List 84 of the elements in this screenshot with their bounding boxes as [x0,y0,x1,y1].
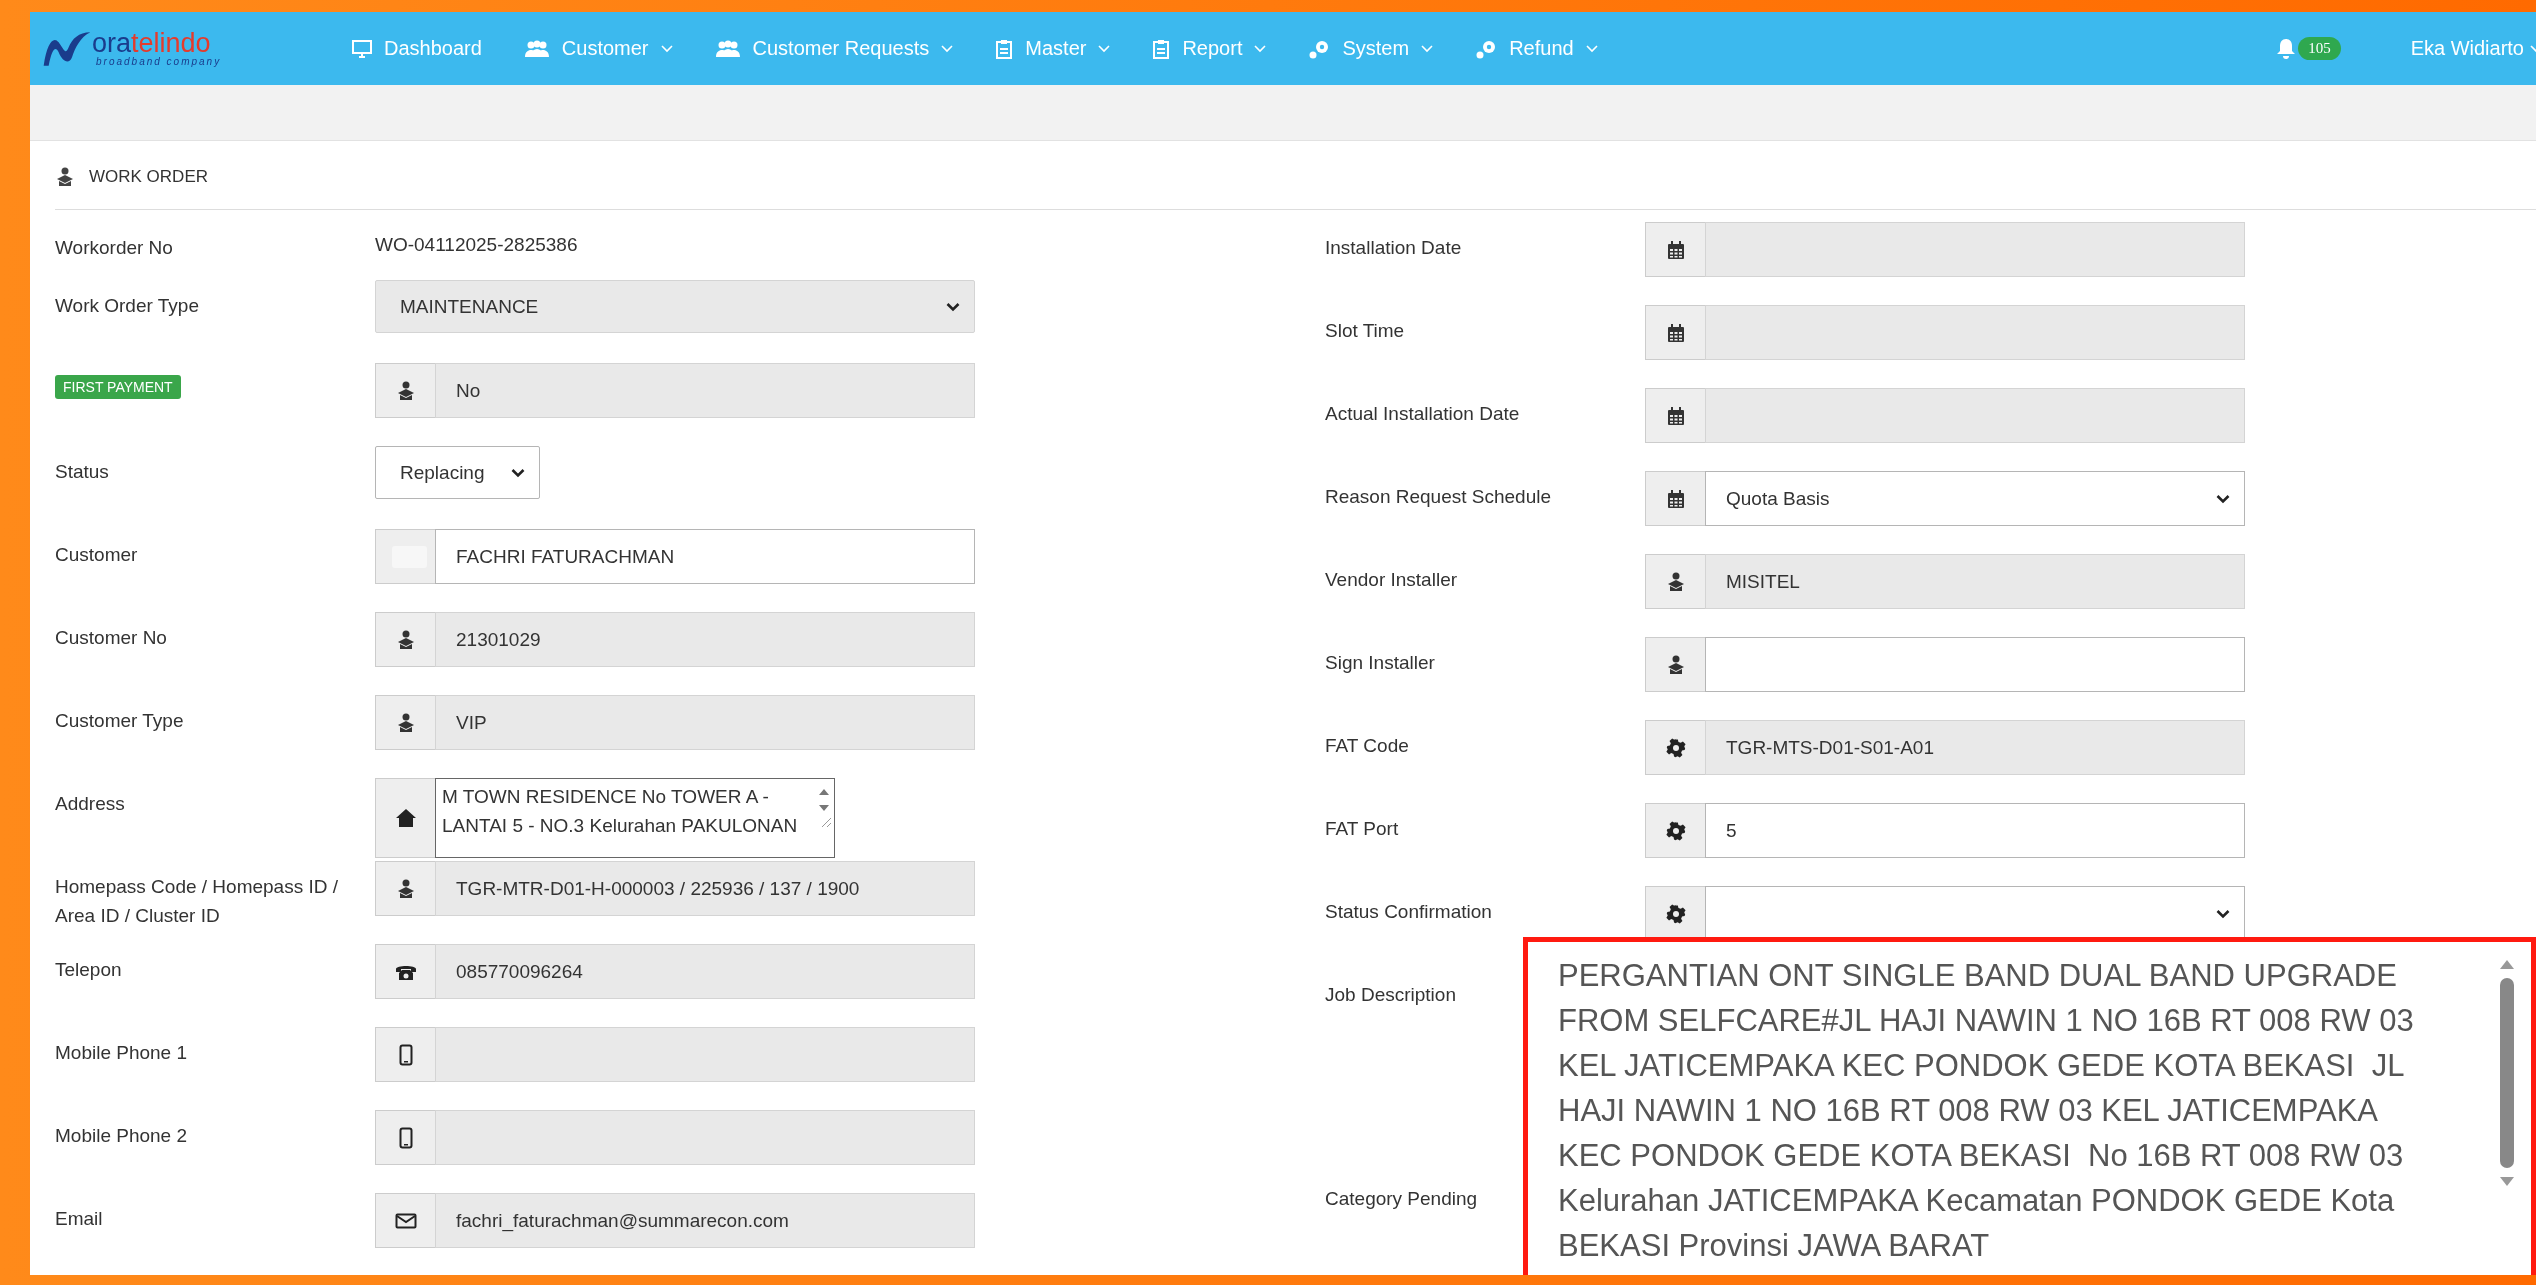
payment-badge: FIRST PAYMENT [55,375,181,399]
input-field[interactable]: 5 [1705,803,2245,858]
input-field[interactable]: 21301029 [435,612,975,667]
input-field[interactable]: No [435,363,975,418]
field-label: Sign Installer [1325,651,1435,675]
input-field[interactable] [1705,305,2245,360]
field-label: Reason Request Schedule [1325,485,1552,509]
mobile-phone-icon [398,1043,413,1066]
field-label: FAT Port [1325,817,1399,841]
gears-icon [1308,38,1331,59]
field-label: Customer No [55,626,167,650]
select-field[interactable]: Quota Basis [1705,471,2245,526]
scroll-down-icon[interactable] [2498,1176,2516,1188]
field-label: Category Pending [1325,1187,1478,1211]
chevron-icon [946,301,960,312]
field-label: Slot Time [1325,319,1405,343]
input-field[interactable] [1705,222,2245,277]
calendar-icon [1665,239,1686,260]
monitor-icon [352,39,372,58]
caret-icon [1421,44,1434,53]
field-label: Customer Type [55,709,184,733]
select-field[interactable]: Replacing [375,446,540,499]
chevron-icon [511,467,525,478]
chevron-icon [2216,908,2230,919]
clipboard-icon [995,38,1014,59]
brand-name: oratelindo [92,30,212,57]
field-label: Work Order Type [55,294,199,318]
gears-icon [1475,38,1498,59]
field-value: WO-04112025-2825386 [375,233,578,256]
select-field[interactable]: MAINTENANCE [375,280,975,333]
input-field[interactable]: fachri_faturachman@summarecon.com [435,1193,975,1248]
calendar-icon [1665,488,1686,509]
field-label: Workorder No [55,236,173,260]
notification-count: 105 [2298,37,2341,60]
field-label: Installation Date [1325,236,1462,260]
field-label: Status [55,460,109,484]
input-field[interactable]: MISITEL [1705,554,2245,609]
logo-icon [42,29,92,68]
bell-icon[interactable] [2276,37,2297,60]
gear-icon [1665,820,1686,841]
brand-tagline: broadband company [95,57,222,67]
gear-icon [1665,737,1686,758]
input-field[interactable]: TGR-MTS-D01-S01-A01 [1705,720,2245,775]
caret-icon [1254,44,1267,53]
person-icon [55,167,75,187]
home-icon [394,808,417,828]
page-title: WORK ORDER [89,167,208,187]
input-field[interactable] [435,1110,975,1165]
input-field[interactable]: FACHRI FATURACHMAN [435,529,975,584]
input-field[interactable] [1705,637,2245,692]
users-icon [523,39,550,58]
gear-icon [1665,903,1686,924]
scroll-up-icon[interactable] [2498,958,2516,970]
envelope-icon [394,1212,417,1229]
input-field[interactable]: 085770096264 [435,944,975,999]
field-label: Address [55,792,125,816]
address-textarea[interactable]: M TOWN RESIDENCE No TOWER A - LANTAI 5 - NO.3 Kelurahan PAKULONAN [435,778,835,858]
input-field[interactable] [1705,388,2245,443]
field-label: Status Confirmation [1325,900,1492,924]
field-label: Mobile Phone 2 [55,1124,188,1148]
field-label: Homepass Code / Homepass ID / Area ID / Cluster ID [55,875,339,928]
field-label: Actual Installation Date [1325,402,1520,426]
caret-icon [1098,44,1111,53]
field-label: Customer [55,543,138,567]
caret-icon [660,44,673,53]
chevron-icon [2216,493,2230,504]
job-description-text: PERGANTIAN ONT SINGLE BAND DUAL BAND UPGRADE FROM SELFCARE#JL HAJI NAWIN 1 NO 16B RT 008 RW 03 KEL JATICEMPAKA KEC PONDOK GEDE KOTA BEKASI JL HAJI NAWIN 1 NO 16B RT 008 RW 03 KEL JATICEMPAKA KEC PONDOK GEDE KOTA BEKASI No 16B RT 008 RW 03 Kelurahan JATICEMPAKA Kecamatan PONDOK GEDE Kota BEKASI Provinsi JAWA BARAT [1558,957,2415,1265]
clipboard-icon [1152,38,1171,59]
calendar-icon [1665,405,1686,426]
input-field[interactable] [435,1027,975,1082]
field-label: FAT Code [1325,734,1409,758]
mobile-phone-icon [398,1126,413,1149]
input-field[interactable]: VIP [435,695,975,750]
calendar-icon [1665,322,1686,343]
input-field[interactable]: TGR-MTR-D01-H-000003 / 225936 / 137 / 1900 [435,861,975,916]
caret-icon [941,44,954,53]
field-label: Vendor Installer [1325,568,1458,592]
caret-icon [1585,44,1598,53]
field-label: Telepon [55,958,122,982]
users-icon [714,39,741,58]
scroll-thumb[interactable] [2500,978,2514,1168]
field-label: Job Description [1325,983,1456,1007]
field-label: Mobile Phone 1 [55,1041,188,1065]
field-label: Email [55,1207,103,1231]
